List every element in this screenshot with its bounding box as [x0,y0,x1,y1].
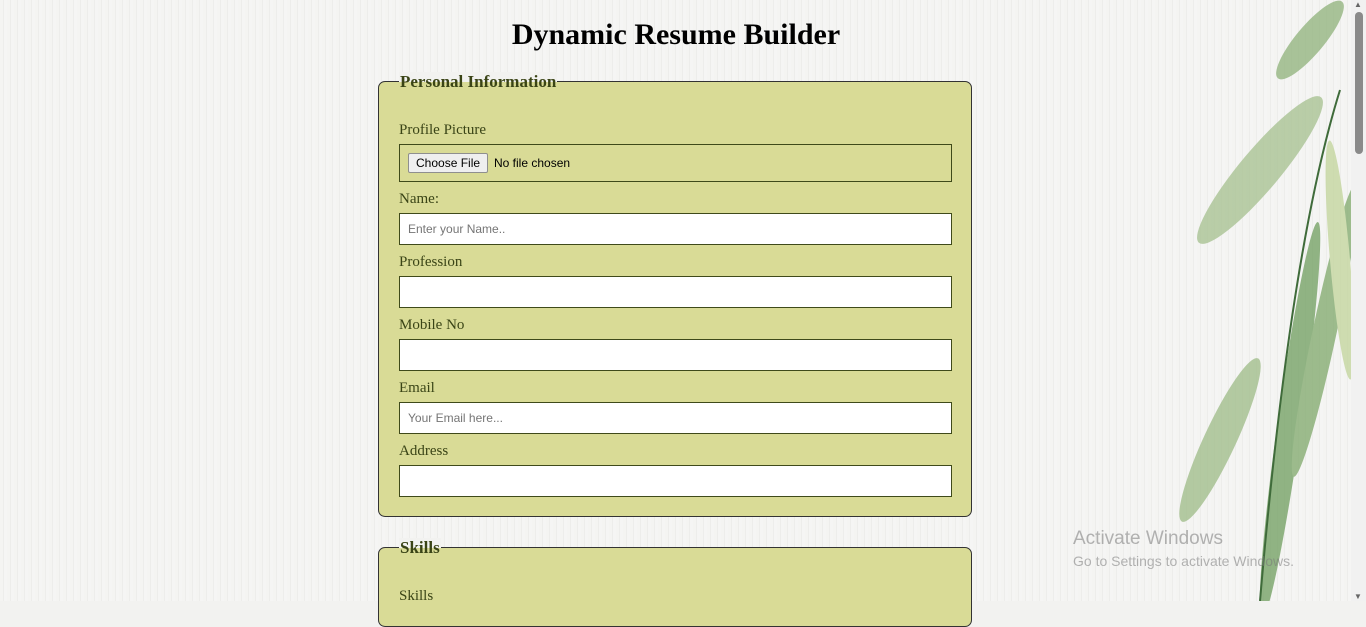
choose-file-button[interactable]: Choose File [408,153,489,173]
activate-windows-subtitle: Go to Settings to activate Windows. [1073,553,1294,569]
scroll-up-icon[interactable]: ▲ [1354,0,1362,9]
address-input[interactable] [399,465,952,497]
skills-label: Skills [399,588,434,604]
bamboo-leaves-decoration [1179,0,1352,601]
profession-input[interactable] [399,276,952,308]
activate-windows-title: Activate Windows [1073,528,1223,549]
profile-picture-input[interactable]: Choose File No file chosen [399,144,952,182]
profile-picture-label: Profile Picture [399,122,487,138]
scroll-down-icon[interactable]: ▼ [1354,592,1362,601]
email-label: Email [399,380,435,396]
mobile-input[interactable] [399,339,952,371]
email-input[interactable]: Your Email here... [399,402,952,434]
name-input[interactable]: Enter your Name.. [399,213,952,245]
profession-label: Profession [399,254,463,270]
name-label: Name: [399,191,439,207]
personal-information-fieldset: Personal Information Profile Picture Cho… [378,72,972,517]
scrollbar-thumb[interactable] [1355,12,1363,154]
vertical-scrollbar[interactable]: ▲ ▼ [1351,0,1366,601]
skills-legend: Skills [399,538,441,558]
personal-information-legend: Personal Information [399,72,558,92]
mobile-label: Mobile No [399,317,465,333]
address-label: Address [399,443,449,459]
page-title: Dynamic Resume Builder [511,18,841,51]
skills-fieldset: Skills Skills [378,538,972,627]
file-status: No file chosen [494,156,571,170]
